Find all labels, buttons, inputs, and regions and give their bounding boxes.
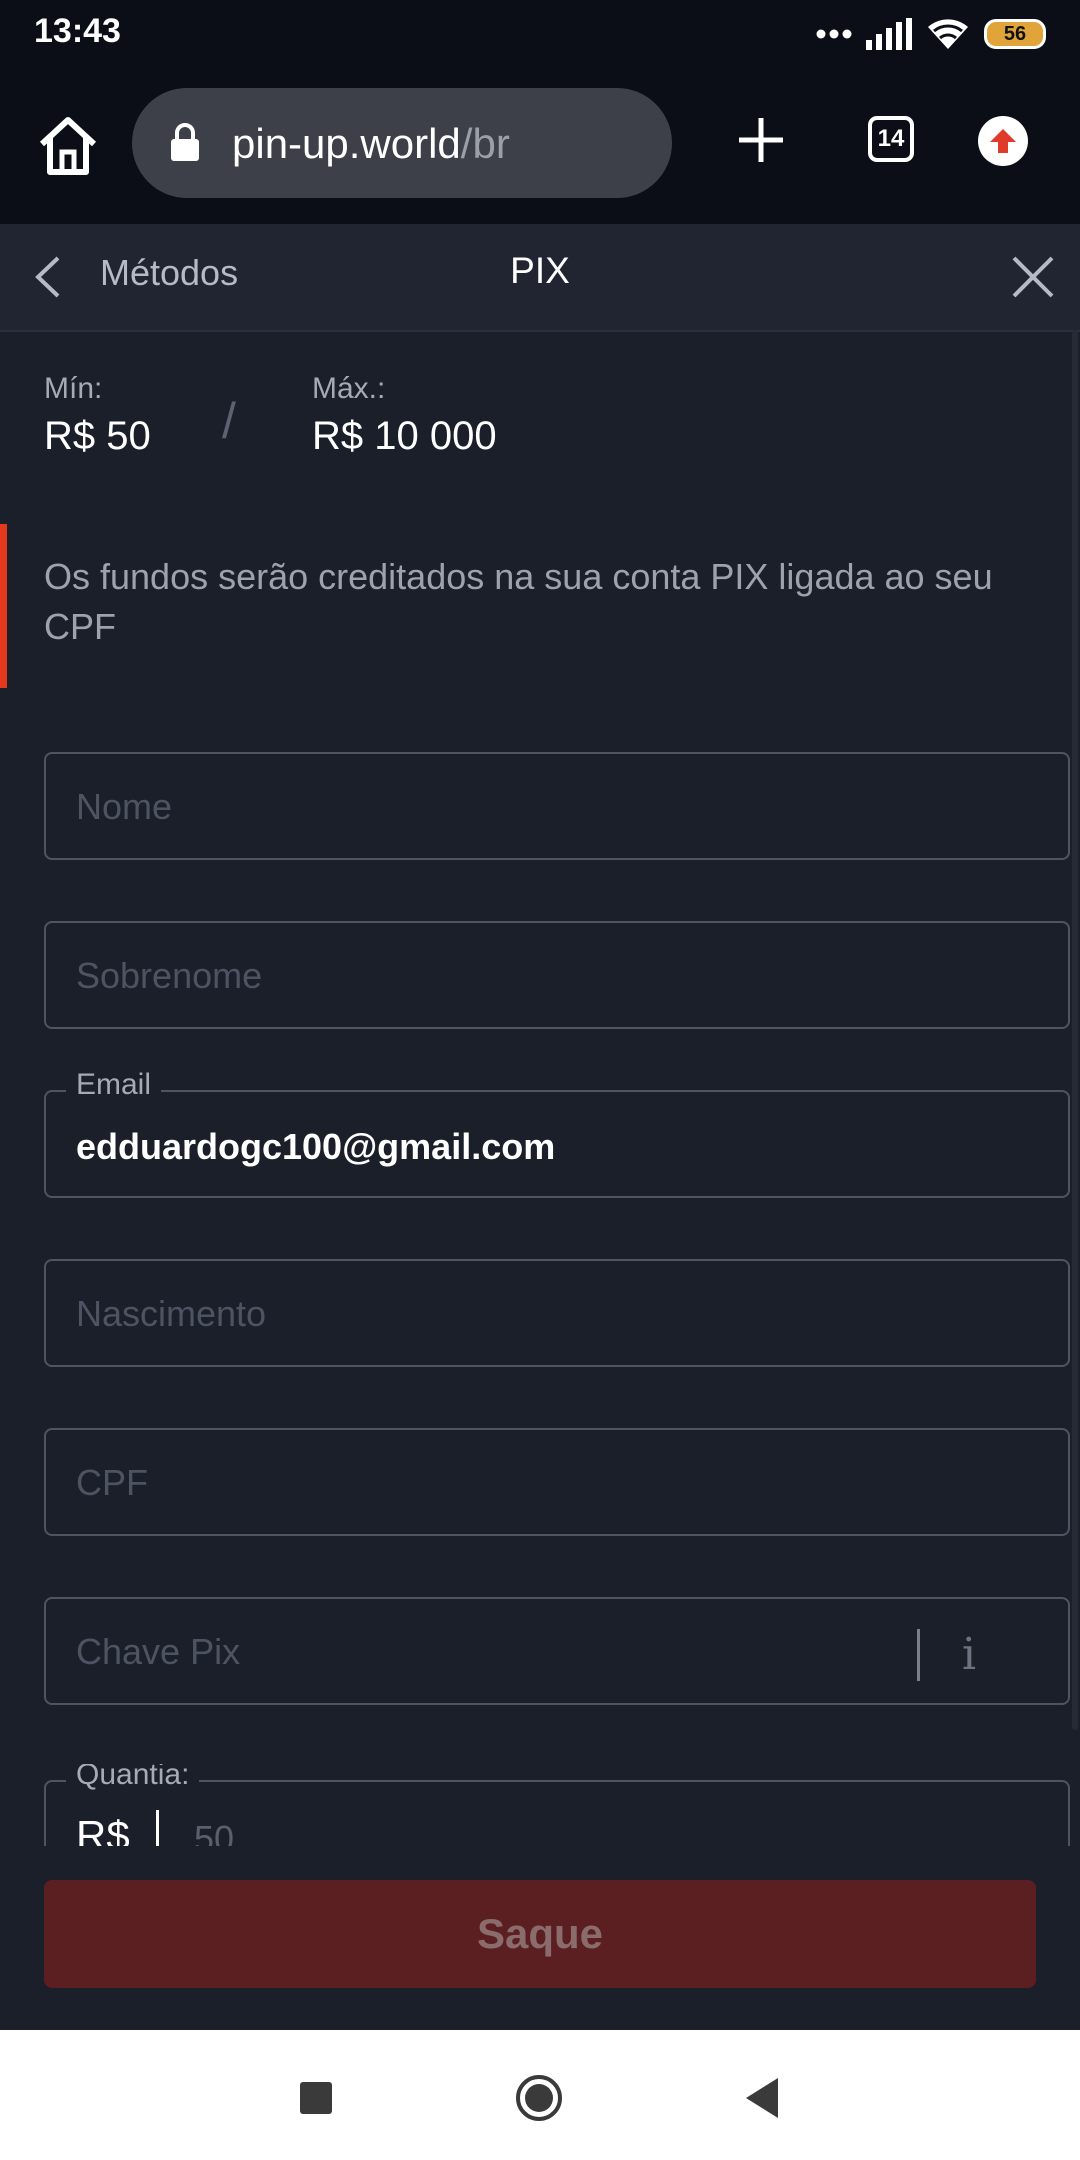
email-label: Email <box>66 1068 162 1102</box>
home-icon[interactable] <box>36 114 100 178</box>
chave-pix-placeholder: Chave Pix <box>76 1631 241 1672</box>
field-divider <box>917 1629 920 1681</box>
info-accent-bar <box>0 524 7 688</box>
more-dots-icon <box>816 29 852 39</box>
chave-pix-field[interactable]: Chave Pix i <box>44 1597 1070 1705</box>
nascimento-placeholder: Nascimento <box>76 1293 267 1334</box>
update-button[interactable] <box>978 116 1028 166</box>
limit-min-label: Mín: <box>44 372 103 405</box>
back-triangle-icon[interactable] <box>744 2076 780 2120</box>
status-time: 13:43 <box>34 12 121 50</box>
scrollbar[interactable] <box>1072 330 1078 1730</box>
battery-icon: 56 <box>984 19 1046 49</box>
lock-icon <box>171 123 199 161</box>
app-header: Métodos PIX <box>0 224 1080 332</box>
cpf-field[interactable]: CPF <box>44 1428 1070 1536</box>
nascimento-field[interactable]: Nascimento <box>44 1259 1070 1367</box>
wifi-icon <box>928 19 968 49</box>
email-value: edduardogc100@gmail.com <box>76 1126 556 1167</box>
amount-field[interactable]: Quantia: R$ 50 <box>44 1764 1070 1846</box>
status-bar: 13:43 56 <box>0 0 1080 70</box>
new-tab-icon[interactable] <box>735 114 787 166</box>
browser-toolbar: pin-up.world/br 14 <box>0 70 1080 224</box>
amount-label: Quantia: <box>66 1764 200 1792</box>
signal-icon <box>866 18 912 50</box>
email-field[interactable]: Email edduardogc100@gmail.com <box>44 1068 1070 1198</box>
nome-field[interactable]: Nome <box>44 752 1070 860</box>
info-icon[interactable]: i <box>962 1629 976 1680</box>
sobrenome-placeholder: Sobrenome <box>76 955 263 996</box>
amount-input[interactable]: 50 <box>194 1818 234 1846</box>
system-nav-bar <box>0 2030 1080 2160</box>
amount-divider <box>156 1810 159 1846</box>
close-icon[interactable] <box>1010 254 1056 300</box>
home-circle-icon[interactable] <box>515 2074 563 2122</box>
url-host: pin-up.world <box>232 120 461 167</box>
url-path: /br <box>460 120 510 167</box>
limit-min-value: R$ 50 <box>44 414 151 458</box>
arrow-up-icon <box>990 129 1016 153</box>
limit-max: Máx.: R$ 10 000 <box>312 372 497 459</box>
recents-icon[interactable] <box>300 2082 332 2114</box>
currency-label: R$ <box>76 1812 130 1846</box>
saque-button[interactable]: Saque <box>44 1880 1036 1988</box>
limit-max-label: Máx.: <box>312 372 386 405</box>
status-icons: 56 <box>816 14 1046 54</box>
nome-placeholder: Nome <box>76 786 173 827</box>
info-text: Os fundos serão creditados na sua conta … <box>44 556 993 647</box>
page-title: PIX <box>510 250 570 291</box>
url-text: pin-up.world/br <box>232 120 510 168</box>
sobrenome-field[interactable]: Sobrenome <box>44 921 1070 1029</box>
limit-min: Mín: R$ 50 <box>44 372 151 459</box>
amount-field-clip: Quantia: R$ 50 <box>40 1764 1080 1846</box>
tab-switcher-button[interactable]: 14 <box>868 116 914 162</box>
limit-separator: / <box>222 393 236 449</box>
cpf-placeholder: CPF <box>76 1462 148 1503</box>
limits: Mín: R$ 50 / Máx.: R$ 10 000 <box>44 372 1044 482</box>
limit-max-value: R$ 10 000 <box>312 414 497 458</box>
address-bar[interactable]: pin-up.world/br <box>132 88 672 198</box>
